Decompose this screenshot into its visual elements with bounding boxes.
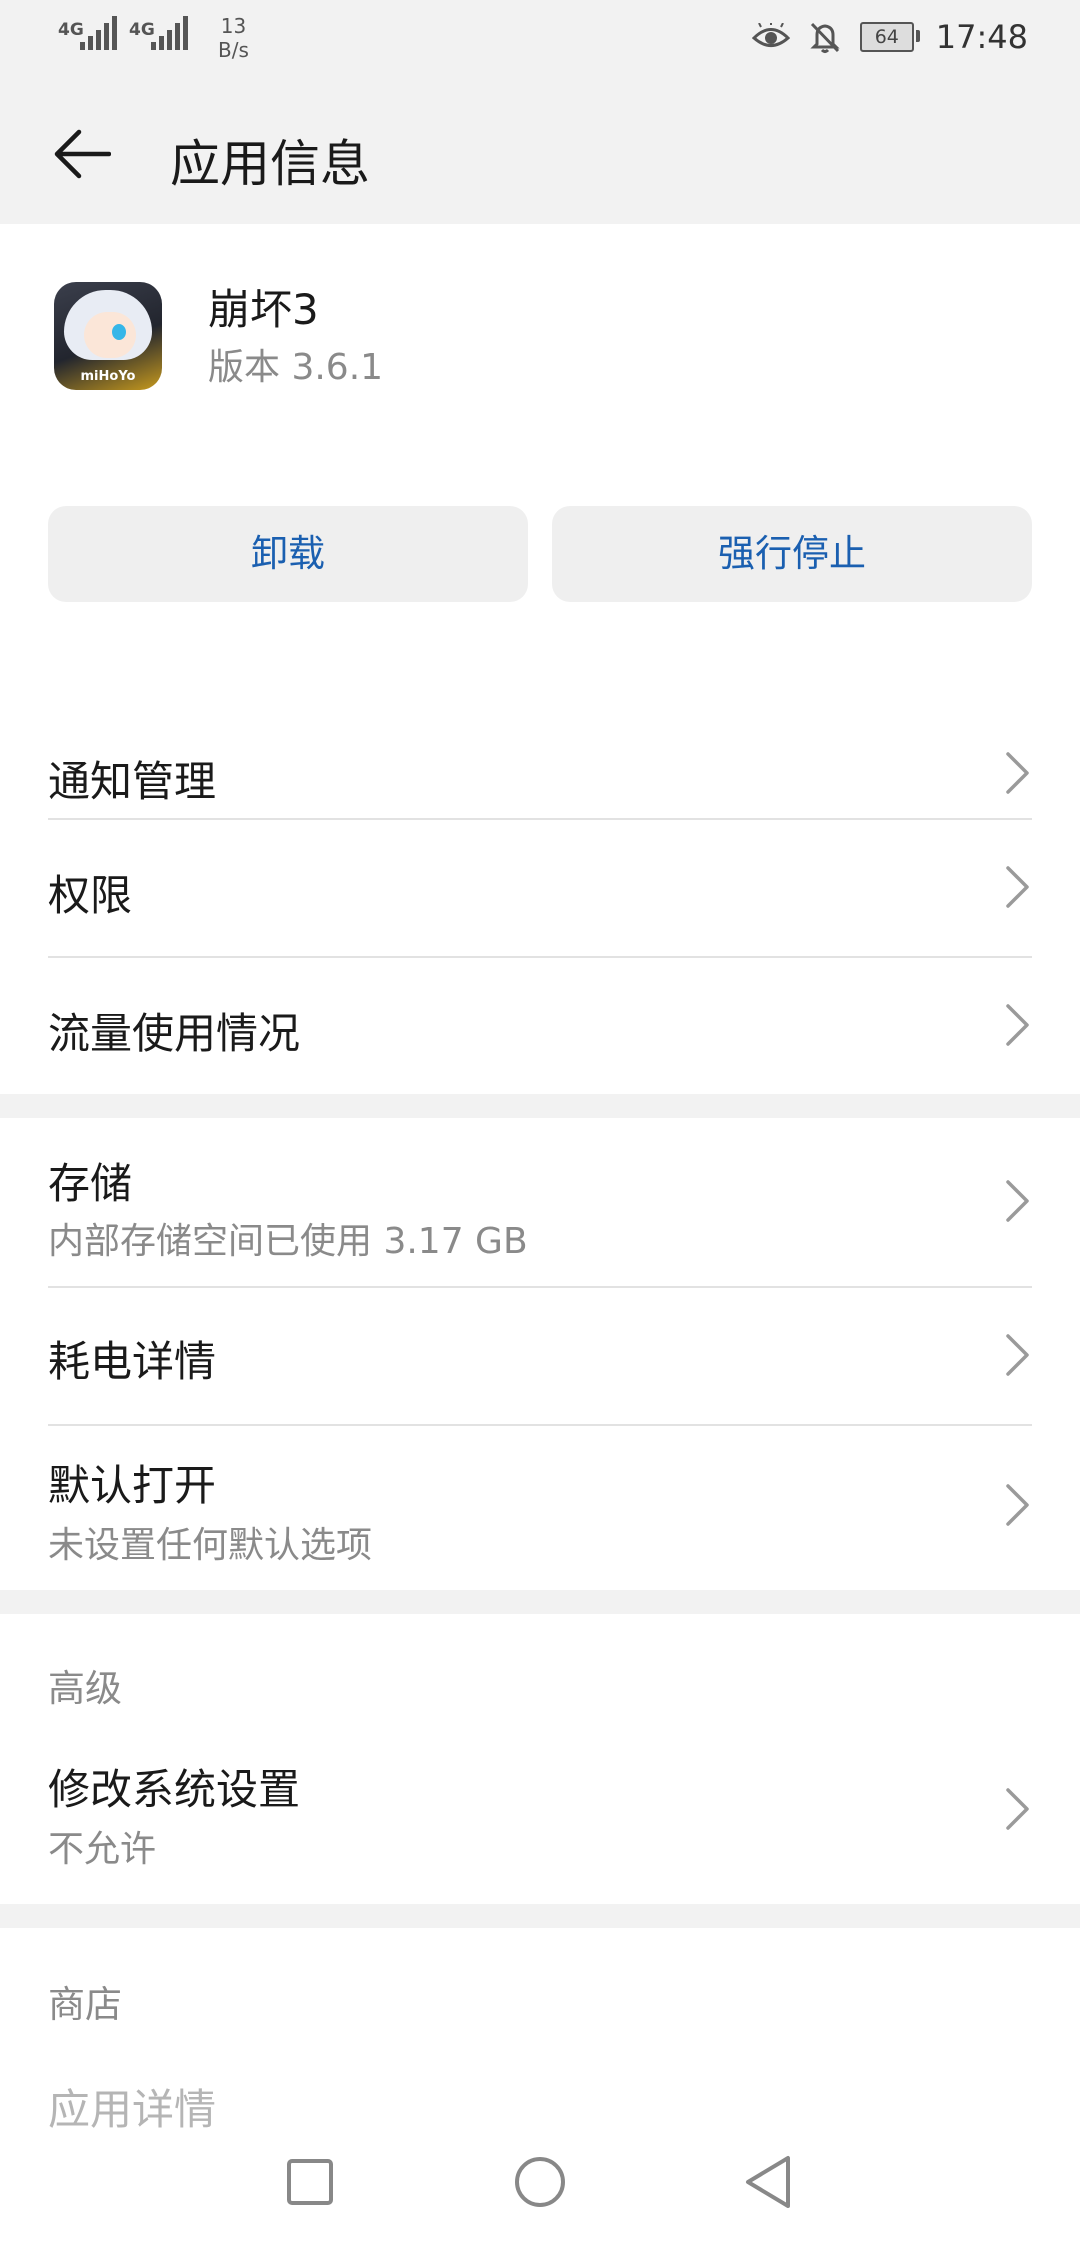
network-speed: 13 B/s <box>218 14 249 62</box>
list-item-subtitle: 未设置任何默认选项 <box>48 1525 373 1566</box>
list-item-label: 存储 <box>48 1159 133 1208</box>
network-speed-unit: B/s <box>218 38 249 62</box>
list-item-label: 流量使用情况 <box>48 1009 301 1058</box>
list-item-subtitle: 不允许 <box>48 1829 157 1870</box>
list-item-label: 通知管理 <box>48 757 217 806</box>
chevron-right-icon <box>1006 1334 1029 1376</box>
list-item-label: 默认打开 <box>48 1461 217 1510</box>
network-speed-value: 13 <box>220 14 247 38</box>
battery-icon: 64 <box>859 22 920 52</box>
uninstall-button[interactable]: 卸载 <box>48 506 528 602</box>
list-item-label: 权限 <box>48 871 133 920</box>
list-item-modify-system-settings[interactable]: 修改系统设置 不允许 <box>48 1734 1032 1904</box>
recent-apps-button[interactable] <box>248 2120 372 2244</box>
app-header: miHoYo 崩坏3 版本 3.6.1 <box>54 282 383 394</box>
app-version: 版本 3.6.1 <box>208 347 384 388</box>
app-icon: miHoYo <box>54 282 162 390</box>
list-item-open-by-default[interactable]: 默认打开 未设置任何默认选项 <box>48 1426 1032 1590</box>
advanced-card: 高级 修改系统设置 不允许 <box>0 1614 1080 1904</box>
sim1-signal-icon: 4G <box>58 14 117 50</box>
back-nav-button[interactable] <box>706 2120 830 2244</box>
sim1-network-type: 4G <box>58 20 84 40</box>
circle-icon <box>515 2157 565 2207</box>
list-item-label: 修改系统设置 <box>48 1765 301 1814</box>
app-bar: 应用信息 <box>0 82 1080 224</box>
list-item-permissions[interactable]: 权限 <box>48 820 1032 958</box>
usage-card: 存储 内部存储空间已使用 3.17 GB 耗电详情 默认打开 未设置任何默认选项 <box>0 1118 1080 1590</box>
chevron-right-icon <box>1006 1788 1029 1830</box>
eye-comfort-icon <box>751 23 790 47</box>
chevron-right-icon <box>1006 752 1029 794</box>
app-name: 崩坏3 <box>208 285 319 334</box>
sim2-signal-icon: 4G <box>129 14 188 50</box>
bell-off-icon <box>810 22 840 53</box>
back-arrow-icon <box>54 129 111 179</box>
list-item-label: 耗电详情 <box>48 1337 217 1386</box>
triangle-back-icon <box>746 2156 790 2208</box>
chevron-right-icon <box>1006 1180 1029 1222</box>
battery-level: 64 <box>874 26 899 48</box>
section-header-advanced: 高级 <box>48 1667 122 1710</box>
status-time: 17:48 <box>935 18 1028 56</box>
app-info-card: miHoYo 崩坏3 版本 3.6.1 卸载 强行停止 通知管理 权限 流量使用… <box>0 224 1080 1094</box>
status-right: 64 17:48 <box>751 18 1028 56</box>
force-stop-button[interactable]: 强行停止 <box>552 506 1032 602</box>
back-button[interactable] <box>50 122 114 186</box>
sim2-network-type: 4G <box>129 20 155 40</box>
list-item-battery-details[interactable]: 耗电详情 <box>48 1288 1032 1424</box>
status-bar: 4G 4G 13 B/s 64 17:48 <box>0 0 1080 82</box>
chevron-right-icon <box>1006 1004 1029 1046</box>
page-title: 应用信息 <box>170 135 370 193</box>
section-header-store: 商店 <box>48 1983 122 2026</box>
status-left: 4G 4G 13 B/s <box>58 14 249 62</box>
list-item-subtitle: 内部存储空间已使用 3.17 GB <box>48 1221 528 1262</box>
navigation-bar <box>0 2120 1080 2244</box>
chevron-right-icon <box>1006 1484 1029 1526</box>
list-item-data-usage[interactable]: 流量使用情况 <box>48 958 1032 1094</box>
app-icon-logo: miHoYo <box>80 369 136 384</box>
chevron-right-icon <box>1006 866 1029 908</box>
square-icon <box>287 2159 333 2205</box>
home-button[interactable] <box>478 2120 602 2244</box>
list-item-storage[interactable]: 存储 内部存储空间已使用 3.17 GB <box>48 1118 1032 1286</box>
